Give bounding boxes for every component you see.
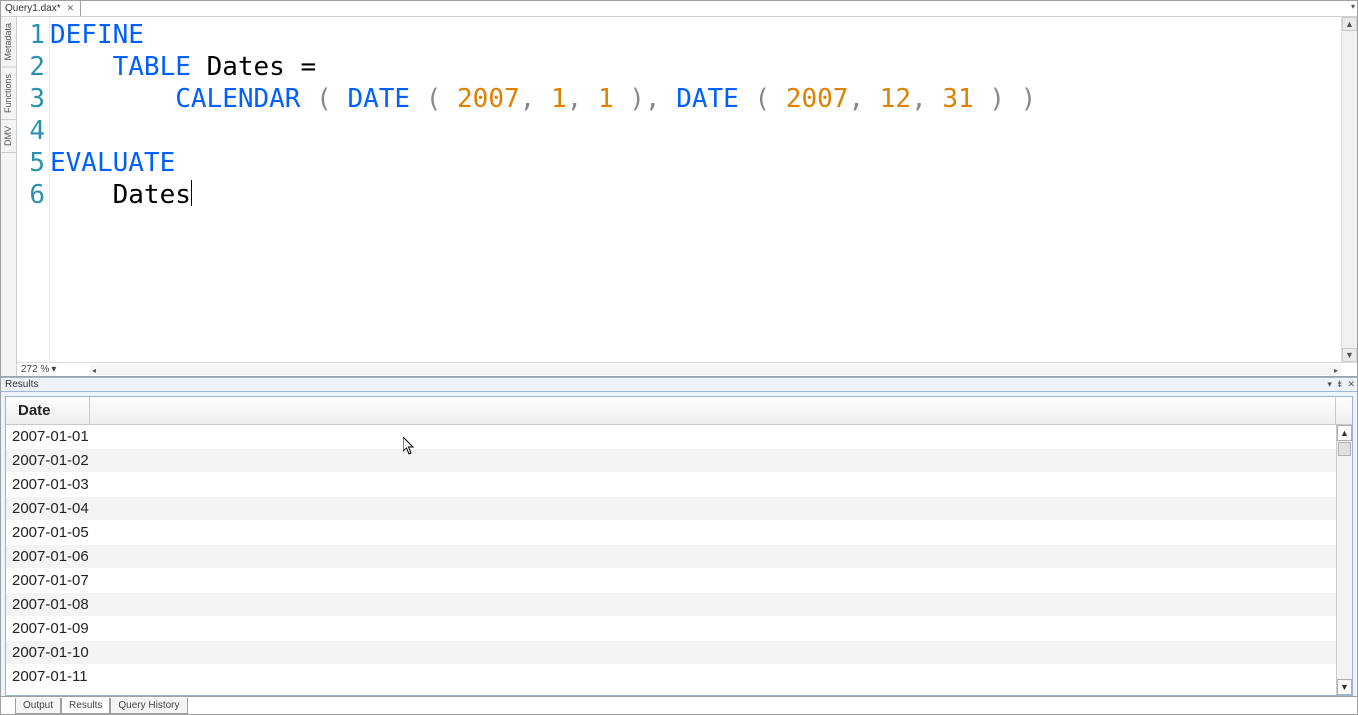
table-row[interactable]: 2007-01-09: [6, 617, 1336, 641]
table-row[interactable]: 2007-01-08: [6, 593, 1336, 617]
tab-query-history[interactable]: Query History: [110, 698, 187, 714]
table-row[interactable]: 2007-01-05: [6, 521, 1336, 545]
cell-date: 2007-01-02: [6, 452, 90, 469]
token-punct: ): [1021, 84, 1037, 114]
tab-results[interactable]: Results: [61, 698, 110, 714]
editor-horizontal-scrollbar[interactable]: ◂ ▸: [89, 365, 1341, 375]
cell-date: 2007-01-11: [6, 668, 90, 685]
cell-date: 2007-01-06: [6, 548, 90, 565]
line-number: 6: [17, 179, 49, 211]
cell-date: 2007-01-05: [6, 524, 90, 541]
column-header-empty: [90, 397, 1336, 424]
cell-date: 2007-01-10: [6, 644, 90, 661]
token-keyword: DEFINE: [50, 20, 144, 50]
table-row[interactable]: 2007-01-07: [6, 569, 1336, 593]
line-number: 1: [17, 19, 49, 51]
results-panel-header: Results ▾ ⇟ ✕: [1, 377, 1357, 392]
column-header-date[interactable]: Date: [6, 397, 90, 424]
cell-date: 2007-01-08: [6, 596, 90, 613]
token-punct: (: [316, 84, 332, 114]
token-keyword: TABLE: [113, 52, 191, 82]
panel-pin-icon[interactable]: ⇟: [1336, 379, 1344, 390]
table-row[interactable]: 2007-01-06: [6, 545, 1336, 569]
panel-close-icon[interactable]: ✕: [1347, 379, 1355, 390]
chevron-down-icon: ▾: [51, 364, 56, 375]
cell-date: 2007-01-09: [6, 620, 90, 637]
token-number: 31: [942, 84, 973, 114]
table-row[interactable]: 2007-01-11: [6, 665, 1336, 689]
results-grid-header: Date: [6, 397, 1352, 425]
results-grid: Date 2007-01-01 2007-01-02 2007-01-03 20…: [5, 396, 1353, 696]
token-function: DATE: [347, 84, 410, 114]
code-editor[interactable]: DEFINE TABLE Dates = CALENDAR ( DATE ( 2…: [50, 17, 1341, 362]
token-indent: [50, 52, 113, 82]
side-tab-dmv[interactable]: DMV: [1, 120, 16, 153]
line-number: 3: [17, 83, 49, 115]
editor-wrap: 1 2 3 4 5 6 DEFINE TABLE Dates = CALENDA…: [17, 17, 1357, 376]
side-tab-functions[interactable]: Functions: [1, 68, 16, 120]
side-tab-metadata[interactable]: Metadata: [1, 17, 16, 68]
token-function: CALENDAR: [175, 84, 300, 114]
scroll-left-icon[interactable]: ◂: [89, 365, 99, 375]
token-indent: [50, 84, 175, 114]
line-number-gutter: 1 2 3 4 5 6: [17, 17, 50, 362]
scroll-up-icon[interactable]: ▲: [1337, 425, 1352, 441]
document-tab-title: Query1.dax*: [5, 3, 61, 14]
token-number: 12: [880, 84, 911, 114]
results-panel-title: Results: [5, 379, 38, 390]
editor-vertical-scrollbar[interactable]: ▲ ▼: [1341, 17, 1357, 362]
scroll-up-icon[interactable]: ▲: [1342, 17, 1357, 31]
token-number: 2007: [786, 84, 849, 114]
scroll-down-icon[interactable]: ▼: [1337, 679, 1352, 695]
line-number: 4: [17, 115, 49, 147]
token-indent: [50, 180, 113, 210]
cell-date: 2007-01-07: [6, 572, 90, 589]
text-cursor: [191, 180, 192, 206]
editor-region: Metadata Functions DMV 1 2 3 4 5 6 DEFIN…: [1, 17, 1357, 377]
token-number: 2007: [457, 84, 520, 114]
side-tool-tabs: Metadata Functions DMV: [1, 17, 17, 376]
results-vertical-scrollbar[interactable]: ▲ ▼: [1336, 425, 1352, 695]
cell-date: 2007-01-04: [6, 500, 90, 517]
line-number: 5: [17, 147, 49, 179]
cell-date: 2007-01-01: [6, 428, 90, 445]
table-row[interactable]: 2007-01-01: [6, 425, 1336, 449]
table-row[interactable]: 2007-01-03: [6, 473, 1336, 497]
token-punct: ): [629, 84, 645, 114]
app-window: Query1.dax* ✕ ▾ Metadata Functions DMV 1…: [0, 0, 1358, 715]
table-row[interactable]: 2007-01-10: [6, 641, 1336, 665]
tab-output[interactable]: Output: [15, 698, 61, 714]
close-icon[interactable]: ✕: [65, 3, 77, 14]
results-grid-rows: 2007-01-01 2007-01-02 2007-01-03 2007-01…: [6, 425, 1336, 695]
table-row[interactable]: 2007-01-04: [6, 497, 1336, 521]
token-keyword: EVALUATE: [50, 148, 175, 178]
zoom-value: 272 %: [21, 364, 49, 375]
line-number: 2: [17, 51, 49, 83]
cell-date: 2007-01-03: [6, 476, 90, 493]
token-punct: (: [426, 84, 442, 114]
header-scroll-spacer: [1336, 397, 1352, 424]
token-number: 1: [551, 84, 567, 114]
document-tab[interactable]: Query1.dax* ✕: [1, 1, 81, 16]
editor-status-bar: 272 % ▾ ◂ ▸: [17, 362, 1357, 376]
bottom-tab-bar: Output Results Query History: [1, 696, 1357, 714]
token-number: 1: [598, 84, 614, 114]
token-punct: (: [755, 84, 771, 114]
token-punct: ): [989, 84, 1005, 114]
token-function: DATE: [676, 84, 739, 114]
token-ident: Dates: [113, 180, 191, 210]
panel-options-icon[interactable]: ▾: [1327, 379, 1332, 390]
tab-overflow-dropdown[interactable]: ▾: [1351, 2, 1355, 11]
results-panel-body: Date 2007-01-01 2007-01-02 2007-01-03 20…: [1, 392, 1357, 696]
scroll-thumb[interactable]: [1338, 442, 1351, 456]
document-tab-bar: Query1.dax* ✕ ▾: [1, 1, 1357, 17]
zoom-level[interactable]: 272 % ▾: [21, 364, 56, 375]
table-row[interactable]: 2007-01-02: [6, 449, 1336, 473]
scroll-down-icon[interactable]: ▼: [1342, 348, 1357, 362]
token-ident: Dates =: [207, 52, 317, 82]
editor-view: 1 2 3 4 5 6 DEFINE TABLE Dates = CALENDA…: [17, 17, 1357, 362]
scroll-right-icon[interactable]: ▸: [1331, 365, 1341, 375]
